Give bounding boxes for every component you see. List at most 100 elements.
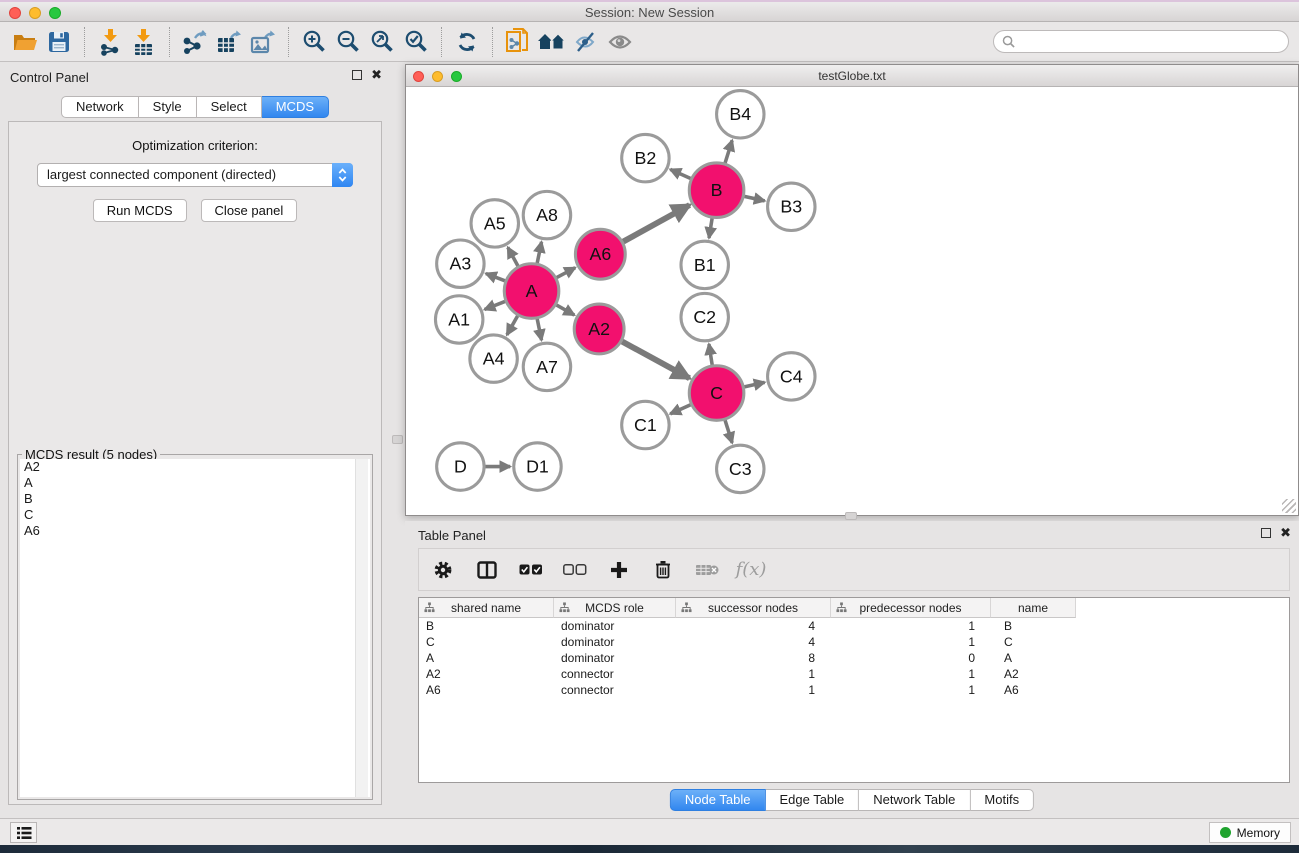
delete-column-button[interactable] [651, 558, 675, 582]
save-session-button[interactable] [42, 26, 76, 58]
zoom-selected-button[interactable] [399, 26, 433, 58]
graph-edge-A6-B[interactable] [623, 205, 689, 242]
graph-edge-A-A1[interactable] [485, 301, 505, 309]
table-cell[interactable]: C [419, 634, 554, 650]
table-cell[interactable]: dominator [554, 618, 676, 634]
network-snapshot-button[interactable] [501, 26, 535, 58]
table-settings-button[interactable] [431, 558, 455, 582]
show-columns-button[interactable] [475, 558, 499, 582]
export-table-button[interactable] [212, 26, 246, 58]
graph-edge-A-A2[interactable] [556, 305, 574, 315]
result-item[interactable]: C [20, 507, 370, 523]
select-all-button[interactable] [519, 558, 543, 582]
table-cell[interactable]: 0 [831, 650, 991, 666]
table-cell[interactable]: 8 [676, 650, 831, 666]
table-cell[interactable]: dominator [554, 650, 676, 666]
result-scrollbar[interactable] [355, 459, 368, 797]
refresh-button[interactable] [450, 26, 484, 58]
result-item[interactable]: A6 [20, 523, 370, 539]
table-cell[interactable]: A2 [991, 666, 1076, 682]
graph-edge-C-C4[interactable] [744, 382, 764, 387]
graph-edge-A-A6[interactable] [557, 268, 576, 278]
export-image-button[interactable] [246, 26, 280, 58]
table-cell[interactable]: dominator [554, 634, 676, 650]
graph-edge-B-B4[interactable] [725, 140, 732, 163]
search-field[interactable] [993, 30, 1289, 53]
import-network-button[interactable] [93, 26, 127, 58]
table-cell[interactable]: 1 [831, 634, 991, 650]
graph-edge-A2-C[interactable] [622, 341, 689, 378]
deselect-all-button[interactable] [563, 558, 587, 582]
search-input[interactable] [1020, 35, 1280, 49]
tab-motifs[interactable]: Motifs [970, 789, 1034, 811]
graph-edge-A-A7[interactable] [537, 319, 541, 340]
graph-edge-B-B2[interactable] [670, 169, 690, 178]
open-session-button[interactable] [8, 26, 42, 58]
table-cell[interactable]: connector [554, 666, 676, 682]
table-cell[interactable]: 1 [676, 666, 831, 682]
result-item[interactable]: A [20, 475, 370, 491]
tab-style[interactable]: Style [139, 96, 197, 118]
table-cell[interactable]: B [419, 618, 554, 634]
zoom-fit-button[interactable] [365, 26, 399, 58]
table-cell[interactable]: 4 [676, 618, 831, 634]
table-cell[interactable]: 4 [676, 634, 831, 650]
run-mcds-button[interactable]: Run MCDS [93, 199, 187, 222]
graph-edge-C-C3[interactable] [725, 420, 732, 443]
table-cell[interactable]: 1 [831, 618, 991, 634]
table-cell[interactable]: A2 [419, 666, 554, 682]
table-cell[interactable]: 1 [676, 682, 831, 698]
result-item[interactable]: B [20, 491, 370, 507]
graph-edge-B-B3[interactable] [744, 196, 764, 201]
table-cell[interactable]: A [419, 650, 554, 666]
graph-edge-B-B1[interactable] [709, 218, 712, 238]
close-panel-icon[interactable]: ✖ [371, 70, 382, 80]
table-float-panel-icon[interactable] [1261, 528, 1271, 538]
graph-edge-C-C1[interactable] [670, 405, 690, 414]
table-cell[interactable]: connector [554, 682, 676, 698]
network-view-window[interactable]: testGlobe.txt B4B2BB3A8A5A6B1A3AC2A1A2A4… [405, 64, 1299, 516]
column-header-MCDS-role[interactable]: MCDS role [554, 598, 676, 618]
table-cell[interactable]: B [991, 618, 1076, 634]
tab-network[interactable]: Network [61, 96, 139, 118]
task-history-button[interactable] [10, 822, 37, 843]
window-resize-grip[interactable] [1282, 499, 1296, 513]
column-header-name[interactable]: name [991, 598, 1076, 618]
table-cell[interactable]: A6 [419, 682, 554, 698]
vertical-split-handle[interactable] [392, 435, 403, 444]
network-canvas[interactable]: B4B2BB3A8A5A6B1A3AC2A1A2A4A7C4CC1C3DD1 [407, 87, 1297, 514]
column-header-shared-name[interactable]: shared name [419, 598, 554, 618]
table-cell[interactable]: 1 [831, 666, 991, 682]
graph-edge-C-C2[interactable] [709, 344, 712, 365]
delete-table-button[interactable] [695, 558, 719, 582]
float-panel-icon[interactable] [352, 70, 362, 80]
function-builder-button[interactable]: f(x) [739, 558, 763, 582]
graph-edge-A-A5[interactable] [508, 247, 518, 266]
tab-mcds[interactable]: MCDS [262, 96, 329, 118]
tab-network-table[interactable]: Network Table [859, 789, 970, 811]
criterion-dropdown[interactable]: largest connected component (directed) [37, 163, 353, 187]
table-cell[interactable]: C [991, 634, 1076, 650]
home-button[interactable] [535, 26, 569, 58]
horizontal-split-handle[interactable] [845, 512, 857, 520]
graph-edge-A-A3[interactable] [486, 273, 505, 280]
table-cell[interactable]: 1 [831, 682, 991, 698]
table-close-panel-icon[interactable]: ✖ [1280, 528, 1291, 538]
tab-node-table[interactable]: Node Table [670, 789, 766, 811]
graph-edge-A-A4[interactable] [507, 316, 518, 335]
table-cell[interactable]: A [991, 650, 1076, 666]
column-header-successor-nodes[interactable]: successor nodes [676, 598, 831, 618]
result-item[interactable]: A2 [20, 459, 370, 475]
tab-select[interactable]: Select [197, 96, 262, 118]
memory-button[interactable]: Memory [1209, 822, 1291, 843]
export-network-button[interactable] [178, 26, 212, 58]
toggle-visibility-button[interactable] [569, 26, 603, 58]
column-header-predecessor-nodes[interactable]: predecessor nodes [831, 598, 991, 618]
eye-button[interactable] [603, 26, 637, 58]
zoom-in-button[interactable] [297, 26, 331, 58]
import-table-button[interactable] [127, 26, 161, 58]
tab-edge-table[interactable]: Edge Table [765, 789, 859, 811]
add-column-button[interactable] [607, 558, 631, 582]
table-cell[interactable]: A6 [991, 682, 1076, 698]
mcds-result-list[interactable]: A2ABCA6 [20, 459, 370, 797]
